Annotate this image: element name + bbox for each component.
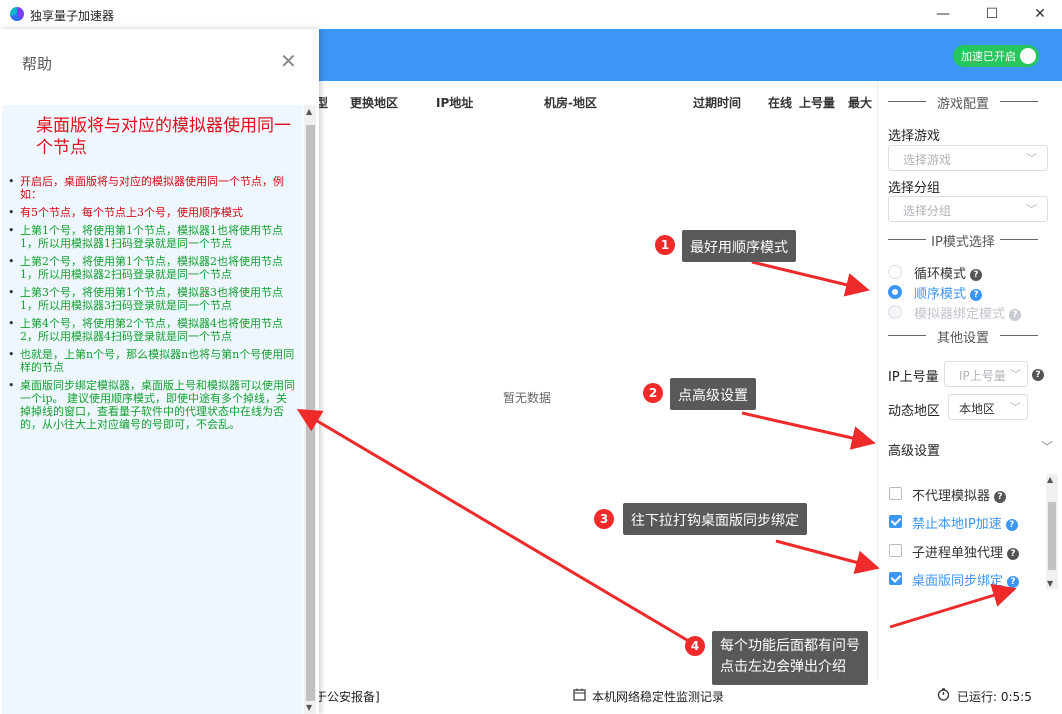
callout-box: 点高级设置 (670, 378, 756, 410)
callout-box: 最好用顺序模式 (682, 230, 796, 262)
callout-number: 4 (685, 636, 705, 656)
callout-number: 1 (655, 235, 675, 255)
callout-line: 点击左边会弹出介绍 (720, 659, 846, 675)
callout-line: 每个功能后面都有问号 (720, 638, 860, 654)
annotation-arrows (296, 260, 1017, 645)
arrow-4b (889, 583, 1017, 629)
arrow-3 (775, 539, 880, 574)
callout-box: 往下拉打钩桌面版同步绑定 (623, 503, 807, 535)
arrow-2 (741, 411, 876, 450)
callout-number: 2 (643, 383, 663, 403)
callout-number: 3 (594, 509, 614, 529)
callout-box: 每个功能后面都有问号 点击左边会弹出介绍 (712, 631, 868, 685)
arrow-1 (751, 260, 870, 297)
